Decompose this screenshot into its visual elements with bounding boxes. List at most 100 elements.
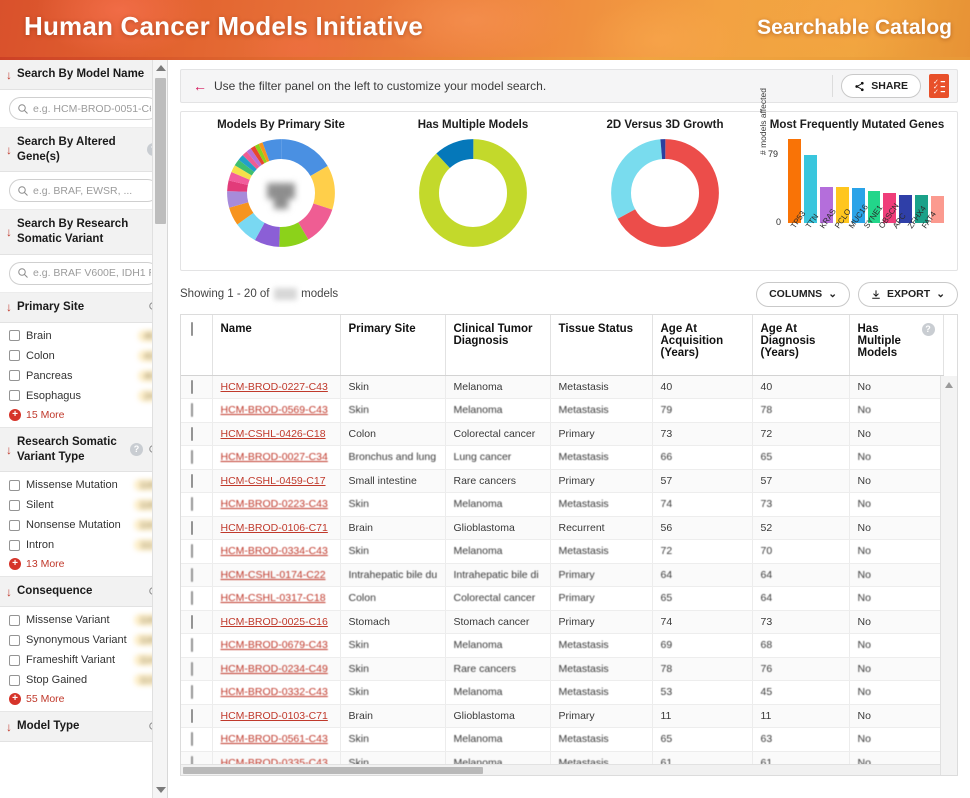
filter-option[interactable]: Frameshift Variant114: [0, 650, 168, 670]
cell-name[interactable]: HCM-BROD-0025-C16: [212, 610, 340, 634]
table-row[interactable]: HCM-BROD-0223-C43SkinMelanomaMetastasis7…: [181, 493, 943, 517]
option-checkbox[interactable]: [9, 330, 20, 341]
option-checkbox[interactable]: [9, 480, 20, 491]
collapse-arrow-icon[interactable]: ↓: [6, 586, 12, 598]
row-select-cell[interactable]: [181, 399, 212, 423]
table-row[interactable]: HCM-CSHL-0426-C18ColonColorectal cancerP…: [181, 422, 943, 446]
search-box[interactable]: [9, 262, 159, 285]
table-row[interactable]: HCM-CSHL-0174-C22Intrahepatic bile duInt…: [181, 563, 943, 587]
model-link[interactable]: HCM-BROD-0103-C71: [221, 710, 328, 722]
horizontal-scroll-thumb[interactable]: [183, 767, 483, 774]
column-header-name[interactable]: Name: [212, 315, 340, 375]
row-select-cell[interactable]: [181, 634, 212, 658]
collapse-arrow-icon[interactable]: ↓: [6, 301, 12, 313]
row-checkbox[interactable]: [191, 732, 193, 746]
table-row[interactable]: HCM-BROD-0334-C43SkinMelanomaMetastasis7…: [181, 540, 943, 564]
cell-name[interactable]: HCM-CSHL-0317-C18: [212, 587, 340, 611]
document-list-icon[interactable]: ✓ ━✓ ━✓ ━: [929, 74, 949, 98]
search-box[interactable]: [9, 97, 159, 120]
table-row[interactable]: HCM-BROD-0234-C49SkinRare cancersMetasta…: [181, 657, 943, 681]
table-row[interactable]: HCM-BROD-0679-C43SkinMelanomaMetastasis6…: [181, 634, 943, 658]
row-select-cell[interactable]: [181, 704, 212, 728]
sidebar-scrollbar[interactable]: [152, 60, 167, 798]
cell-name[interactable]: HCM-CSHL-0174-C22: [212, 563, 340, 587]
table-row[interactable]: HCM-BROD-0027-C34Bronchus and lungLung c…: [181, 446, 943, 470]
cell-name[interactable]: HCM-BROD-0103-C71: [212, 704, 340, 728]
search-icon[interactable]: [17, 103, 29, 115]
filter-header-search-by-model-name[interactable]: ↓Search By Model Name: [0, 60, 168, 90]
filter-option[interactable]: Missense Variant118: [0, 610, 168, 630]
cell-name[interactable]: HCM-CSHL-0426-C18: [212, 422, 340, 446]
table-row[interactable]: HCM-BROD-0332-C43SkinMelanomaMetastasis5…: [181, 681, 943, 705]
row-checkbox[interactable]: [191, 615, 193, 629]
row-select-cell[interactable]: [181, 728, 212, 752]
model-link[interactable]: HCM-BROD-0227-C43: [221, 381, 328, 393]
table-row[interactable]: HCM-BROD-0103-C71BrainGlioblastomaPrimar…: [181, 704, 943, 728]
model-link[interactable]: HCM-CSHL-0459-C17: [221, 475, 326, 487]
search-icon[interactable]: [17, 185, 29, 197]
filter-header-search-by-altered-genes[interactable]: ↓Search By Altered Gene(s)?: [0, 128, 168, 172]
option-checkbox[interactable]: [9, 635, 20, 646]
row-select-cell[interactable]: [181, 446, 212, 470]
model-link[interactable]: HCM-CSHL-0174-C22: [221, 569, 326, 581]
row-checkbox[interactable]: [191, 474, 193, 488]
row-select-cell[interactable]: [181, 587, 212, 611]
row-checkbox[interactable]: [191, 638, 193, 652]
table-row[interactable]: HCM-BROD-0025-C16StomachStomach cancerPr…: [181, 610, 943, 634]
scroll-up-arrow-icon[interactable]: [156, 65, 166, 71]
share-button[interactable]: SHARE: [841, 74, 921, 98]
cell-name[interactable]: HCM-BROD-0027-C34: [212, 446, 340, 470]
filter-header-model-type[interactable]: ↓Model Type: [0, 712, 168, 742]
filter-option[interactable]: Esophagus24: [0, 386, 168, 406]
model-link[interactable]: HCM-BROD-0025-C16: [221, 616, 328, 628]
filter-option[interactable]: Silent118: [0, 495, 168, 515]
table-row[interactable]: HCM-BROD-0227-C43SkinMelanomaMetastasis4…: [181, 375, 943, 399]
select-all-checkbox[interactable]: [191, 322, 193, 336]
search-by-altered-genes-input[interactable]: [33, 185, 151, 197]
row-checkbox[interactable]: [191, 403, 193, 417]
option-checkbox[interactable]: [9, 390, 20, 401]
row-checkbox[interactable]: [191, 568, 193, 582]
donut-slice[interactable]: [429, 149, 517, 237]
option-checkbox[interactable]: [9, 350, 20, 361]
row-checkbox[interactable]: [191, 380, 193, 394]
option-checkbox[interactable]: [9, 615, 20, 626]
row-checkbox[interactable]: [191, 450, 193, 464]
sidebar-scroll-thumb[interactable]: [155, 78, 166, 224]
model-link[interactable]: HCM-BROD-0234-C49: [221, 663, 328, 675]
model-link[interactable]: HCM-BROD-0569-C43: [221, 404, 328, 416]
table-row[interactable]: HCM-CSHL-0317-C18ColonColorectal cancerP…: [181, 587, 943, 611]
show-more-consequence[interactable]: +55 More: [0, 690, 168, 707]
table-horizontal-scrollbar[interactable]: [181, 764, 940, 775]
search-box[interactable]: [9, 179, 159, 202]
table-vertical-scrollbar[interactable]: [940, 376, 957, 775]
option-checkbox[interactable]: [9, 370, 20, 381]
search-by-model-name-input[interactable]: [33, 103, 151, 115]
cell-name[interactable]: HCM-BROD-0332-C43: [212, 681, 340, 705]
collapse-arrow-icon[interactable]: ↓: [6, 144, 12, 156]
filter-option[interactable]: Pancreas40: [0, 366, 168, 386]
option-checkbox[interactable]: [9, 500, 20, 511]
collapse-arrow-icon[interactable]: ↓: [6, 721, 12, 733]
cell-name[interactable]: HCM-BROD-0106-C71: [212, 516, 340, 540]
model-link[interactable]: HCM-BROD-0561-C43: [221, 733, 328, 745]
cell-name[interactable]: HCM-BROD-0561-C43: [212, 728, 340, 752]
column-header-primary-site[interactable]: Primary Site: [340, 315, 445, 375]
filter-option[interactable]: Nonsense Mutation116: [0, 515, 168, 535]
cell-name[interactable]: HCM-BROD-0227-C43: [212, 375, 340, 399]
select-all-header[interactable]: [181, 315, 212, 375]
column-header-has-multiple-models[interactable]: ? Has Multiple Models: [849, 315, 943, 375]
table-row[interactable]: HCM-BROD-0569-C43SkinMelanomaMetastasis7…: [181, 399, 943, 423]
row-select-cell[interactable]: [181, 540, 212, 564]
filter-header-search-by-research-somatic-variant[interactable]: ↓Search By Research Somatic Variant: [0, 210, 168, 254]
row-select-cell[interactable]: [181, 681, 212, 705]
cell-name[interactable]: HCM-BROD-0679-C43: [212, 634, 340, 658]
row-select-cell[interactable]: [181, 657, 212, 681]
model-link[interactable]: HCM-BROD-0027-C34: [221, 451, 328, 463]
row-checkbox[interactable]: [191, 427, 193, 441]
model-link[interactable]: HCM-BROD-0679-C43: [221, 639, 328, 651]
model-link[interactable]: HCM-BROD-0334-C43: [221, 545, 328, 557]
column-header-clinical-tumor-diagnosis[interactable]: Clinical Tumor Diagnosis: [445, 315, 550, 375]
filter-header-consequence[interactable]: ↓Consequence: [0, 577, 168, 607]
cell-name[interactable]: HCM-CSHL-0459-C17: [212, 469, 340, 493]
